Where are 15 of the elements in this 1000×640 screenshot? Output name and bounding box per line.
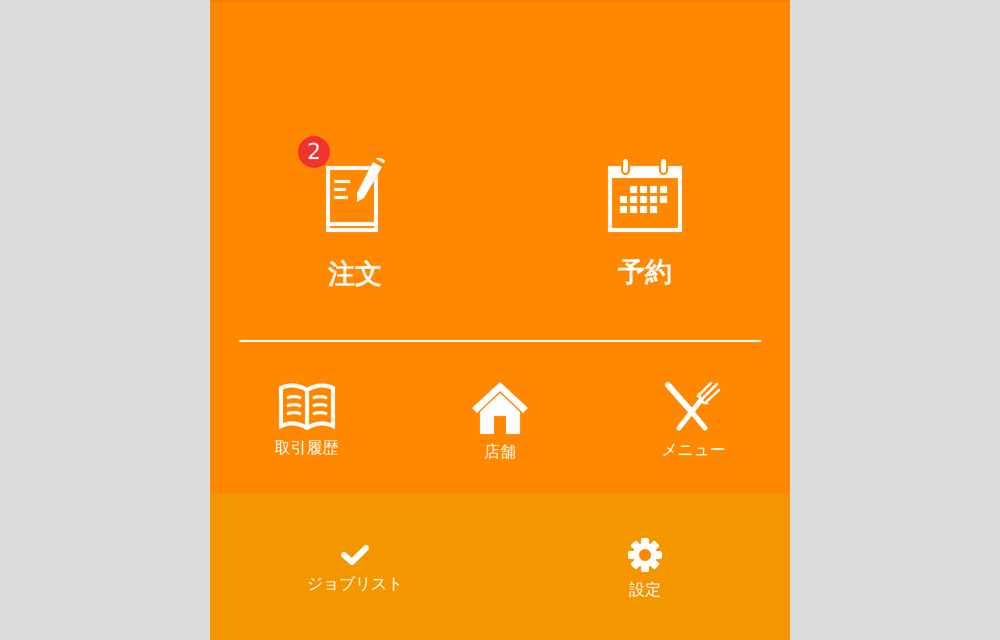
main-action-label: 予約	[618, 256, 672, 290]
open-book-icon	[278, 382, 336, 430]
menu-item[interactable]: メニュー	[661, 382, 726, 463]
settings-icon	[628, 538, 662, 572]
knife-fork-icon	[665, 382, 722, 432]
menu-item[interactable]: 店舗	[472, 382, 528, 463]
notepad-pencil-icon	[324, 158, 386, 234]
notification-badge: 2	[298, 136, 330, 168]
tab-bar-item[interactable]: 設定	[628, 538, 662, 600]
menu-item[interactable]: 取引履歴	[274, 382, 339, 463]
checkmark-icon	[341, 544, 369, 566]
calendar-icon	[608, 158, 682, 232]
main-action-button[interactable]: 予約	[578, 136, 712, 288]
house-icon	[472, 382, 528, 434]
tab-bar-item[interactable]: ジョブリスト	[307, 544, 403, 594]
